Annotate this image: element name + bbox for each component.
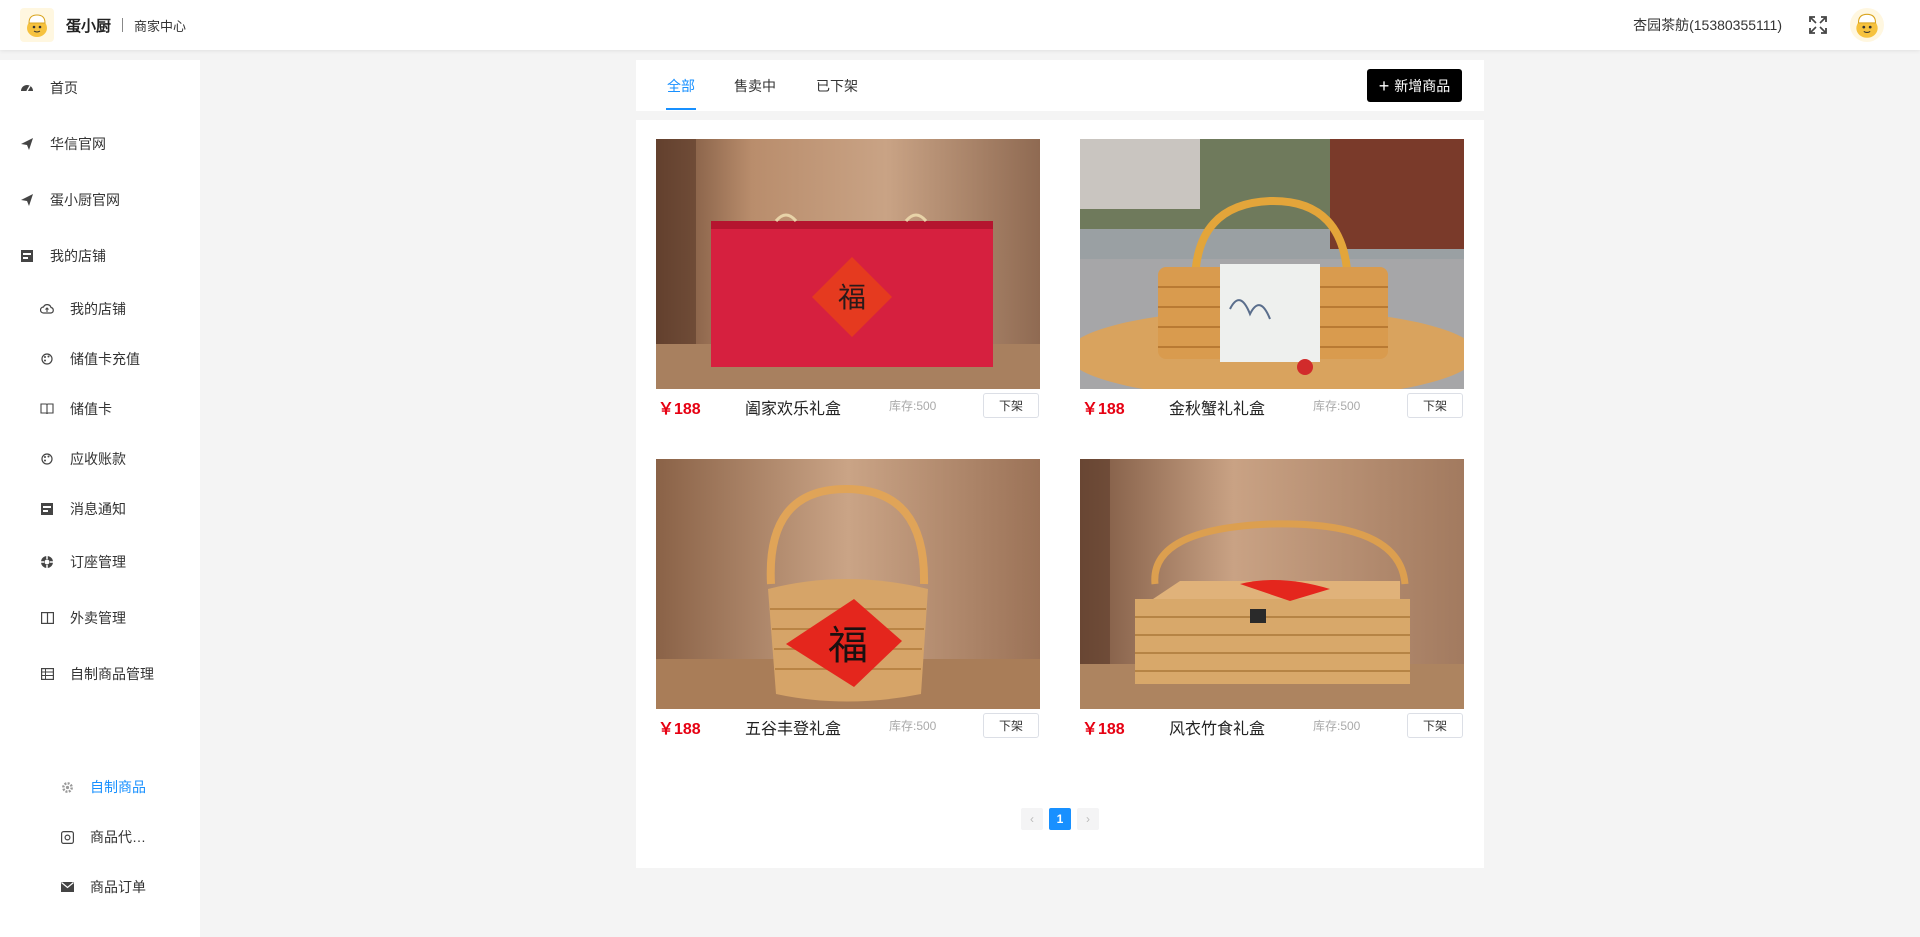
tab-delisted[interactable]: 已下架 [815,76,859,110]
product-stock: 库存:500 [1313,399,1361,413]
fullscreen-icon[interactable] [1808,15,1828,35]
egg-chef-logo-icon[interactable] [20,8,54,42]
paper-plane-icon [20,137,34,151]
sidebar-item-notifications[interactable]: 消息通知 [0,493,200,525]
product-price: ￥188 [1082,401,1125,418]
sidebar-item-card-recharge[interactable]: 储值卡充值 [0,343,200,375]
product-image[interactable]: 福 [656,459,1040,709]
lifebuoy-icon [40,555,54,569]
sidebar-item-home[interactable]: 首页 [0,72,200,104]
sidebar-item-label: 我的店铺 [70,301,126,317]
sidebar-item-label: 我的店铺 [50,248,106,264]
product-tab-bar: 全部 售卖中 已下架 + 新增商品 [636,60,1484,111]
page-number-button[interactable]: 1 [1049,808,1071,830]
sidebar-group-products[interactable]: 自制商品管理 [0,658,200,690]
add-product-label: 新增商品 [1394,77,1451,94]
plus-icon: + [1378,75,1390,96]
user-avatar-icon[interactable] [1850,8,1884,42]
sidebar-item-label: 自制商品 [90,779,146,795]
add-product-button[interactable]: + 新增商品 [1367,69,1462,102]
pagination: ‹ 1 › [636,808,1484,830]
product-stock: 库存:500 [889,399,937,413]
product-price: ￥188 [1082,721,1125,738]
sidebar-item-label: 订座管理 [70,554,126,570]
gear-icon [60,780,74,794]
box-icon [60,830,74,844]
svg-text:福: 福 [828,623,868,669]
product-stock: 库存:500 [1313,719,1361,733]
sidebar-item-takeout[interactable]: 外卖管理 [0,602,200,634]
sidebar-item-label: 自制商品管理 [70,666,154,682]
brand-name: 蛋小厨 [66,17,112,35]
product-image[interactable]: 福 [656,139,1040,389]
table-icon [40,667,54,681]
delist-button[interactable]: 下架 [983,393,1039,418]
svg-text:福: 福 [838,281,866,314]
delist-button[interactable]: 下架 [983,713,1039,738]
sidebar-item-label: 外卖管理 [70,610,126,626]
envelope-icon [60,880,74,894]
product-image[interactable] [1080,139,1464,389]
sidebar-item-label: 华信官网 [50,136,106,152]
sidebar-item-huaxin-site[interactable]: 华信官网 [0,128,200,160]
sidebar-item-reservations[interactable]: 订座管理 [0,546,200,578]
product-name: 五谷丰登礼盒 [745,721,842,738]
sidebar-item-label: 蛋小厨官网 [50,192,120,208]
palette-icon [40,452,54,466]
prev-page-button[interactable]: ‹ [1021,808,1043,830]
sidebar-item-label: 商品订单 [90,879,146,895]
top-header: 蛋小厨 商家中心 杏园茶舫(15380355111) [0,0,1920,50]
tab-on-sale[interactable]: 售卖中 [733,76,777,110]
palette-icon [40,352,54,366]
product-stock: 库存:500 [889,719,937,733]
tab-all[interactable]: 全部 [666,76,696,110]
product-card: 福 ￥188 五谷丰登礼盒 库存:500 下架 [656,459,1040,739]
brand-divider [122,18,124,32]
sidebar-item-product-orders[interactable]: 商品订单 [0,871,200,903]
product-name: 风衣竹食礼盒 [1169,721,1266,738]
sidebar-item-stored-card[interactable]: 储值卡 [0,393,200,425]
sidebar-item-eggchef-site[interactable]: 蛋小厨官网 [0,184,200,216]
header-right: 杏园茶舫(15380355111) [1633,0,1920,50]
product-grid: 福 ￥188 阖家欢乐礼盒 库存:500 下架 ￥188 金秋蟹礼礼盒 库存:5… [636,120,1484,868]
sidebar-item-label: 储值卡 [70,401,112,417]
sidebar-menu: 首页 华信官网 蛋小厨官网 我的店铺 我的店铺 储值卡充值 储值卡 应收账款 消… [0,60,200,937]
product-name: 阖家欢乐礼盒 [745,401,842,418]
product-card: ￥188 风衣竹食礼盒 库存:500 下架 [1080,459,1464,739]
sidebar-item-label: 首页 [50,80,78,96]
product-image[interactable] [1080,459,1464,709]
product-card: ￥188 金秋蟹礼礼盒 库存:500 下架 [1080,139,1464,419]
dashboard-icon [20,81,34,95]
product-card: 福 ￥188 阖家欢乐礼盒 库存:500 下架 [656,139,1040,419]
store-icon [20,249,34,263]
book-icon [40,402,54,416]
next-page-button[interactable]: › [1077,808,1099,830]
sidebar-item-label: 消息通知 [70,501,126,517]
cloud-upload-icon [40,302,54,316]
sidebar-item-label: 应收账款 [70,451,126,467]
sidebar-item-receivables[interactable]: 应收账款 [0,443,200,475]
delist-button[interactable]: 下架 [1407,393,1463,418]
paper-plane-icon [20,193,34,207]
product-name: 金秋蟹礼礼盒 [1169,401,1266,418]
sidebar-group-my-store[interactable]: 我的店铺 [0,240,200,272]
product-price: ￥188 [658,721,701,738]
message-icon [40,502,54,516]
delist-button[interactable]: 下架 [1407,713,1463,738]
product-price: ￥188 [658,401,701,418]
sidebar-item-label: 储值卡充值 [70,351,140,367]
brand-subtitle: 商家中心 [134,18,187,34]
user-name[interactable]: 杏园茶舫(15380355111) [1633,15,1782,35]
sidebar-item-product-agent[interactable]: 商品代… [0,821,200,853]
sidebar-item-homemade-products[interactable]: 自制商品 [0,771,200,803]
sidebar-item-label: 商品代… [90,829,146,845]
columns-icon [40,611,54,625]
sidebar-item-my-store[interactable]: 我的店铺 [0,293,200,325]
